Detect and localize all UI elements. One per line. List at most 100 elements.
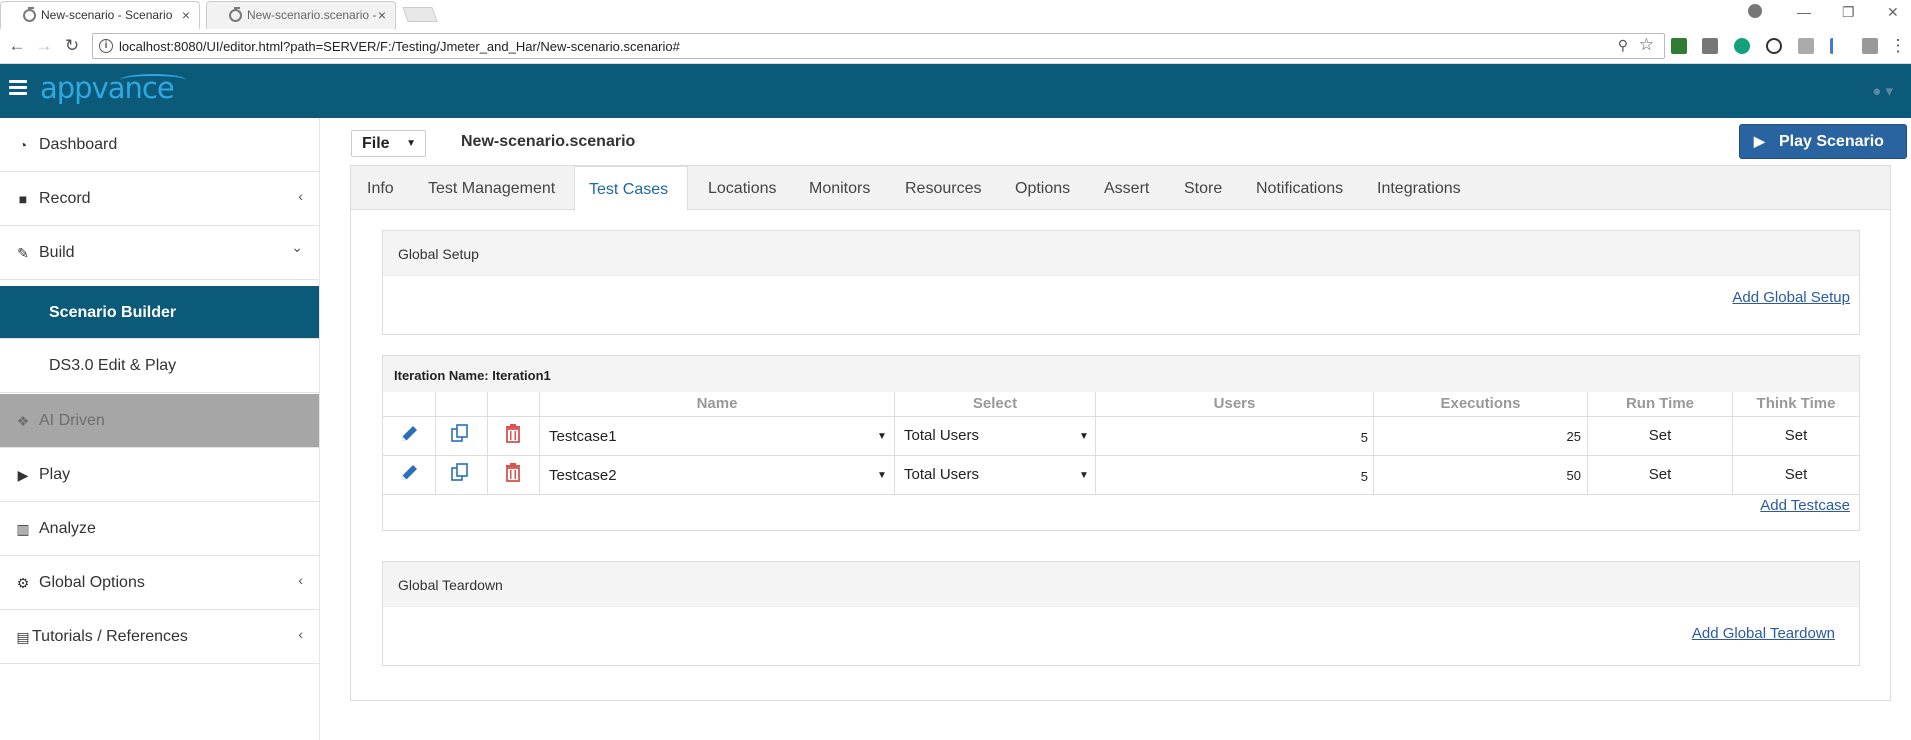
copy-icon[interactable]: [449, 423, 471, 445]
tab-test-cases[interactable]: Test Cases: [574, 166, 688, 211]
executions-input[interactable]: 50: [1374, 468, 1581, 483]
play-scenario-label: Play Scenario: [1779, 133, 1884, 150]
tab-assert[interactable]: Assert: [1104, 166, 1149, 210]
delete-trash-icon[interactable]: [502, 422, 524, 444]
key-icon[interactable]: ⚲: [1618, 37, 1628, 54]
tab-integrations[interactable]: Integrations: [1377, 166, 1461, 210]
extension-bolt-icon[interactable]: [1830, 38, 1846, 54]
table-divider: [383, 416, 1859, 417]
edit-pencil-icon[interactable]: [398, 423, 420, 445]
sidebar-item-label: Build: [39, 244, 75, 261]
testcase-name-select[interactable]: Testcase2: [549, 467, 617, 484]
file-menu-label: File: [362, 135, 390, 152]
appvance-logo[interactable]: appvance: [40, 71, 186, 105]
sidebar-item-play[interactable]: ▶ Play: [0, 448, 319, 502]
global-setup-header: Global Setup: [383, 231, 1859, 276]
select-mode-dropdown[interactable]: Total Users: [904, 466, 979, 483]
extension-note-icon[interactable]: [1702, 38, 1718, 54]
minimize-icon[interactable]: —: [1797, 4, 1811, 20]
run-time-set-button[interactable]: Set: [1588, 466, 1732, 483]
tab-resources[interactable]: Resources: [905, 166, 981, 210]
chevron-left-icon: ‹: [298, 626, 303, 642]
dashboard-icon: ◔: [18, 137, 28, 153]
tab-monitors[interactable]: Monitors: [809, 166, 870, 210]
close-tab-icon[interactable]: ×: [182, 7, 190, 23]
close-window-icon[interactable]: ✕: [1887, 4, 1899, 21]
forward-icon[interactable]: →: [32, 34, 56, 58]
add-global-teardown-link[interactable]: Add Global Teardown: [1692, 625, 1835, 642]
tab-test-management[interactable]: Test Management: [428, 166, 555, 210]
sidebar-item-build[interactable]: ✎ Build ⌄: [0, 226, 319, 280]
users-input[interactable]: 5: [1096, 430, 1368, 445]
dropdown-arrow-icon[interactable]: ▼: [1079, 470, 1089, 481]
add-testcase-link[interactable]: Add Testcase: [1760, 497, 1850, 514]
global-setup-title: Global Setup: [398, 246, 479, 262]
delete-trash-icon[interactable]: [502, 461, 524, 483]
think-time-set-button[interactable]: Set: [1733, 427, 1859, 444]
tab-options[interactable]: Options: [1015, 166, 1070, 210]
browser-tab-title: New-scenario - Scenario: [41, 8, 173, 22]
extension-block-icon[interactable]: [1766, 38, 1782, 54]
sidebar-item-tutorials[interactable]: ▤ Tutorials / References ‹: [0, 610, 319, 664]
extension-image-icon[interactable]: [1671, 38, 1687, 54]
bookmark-star-icon[interactable]: ☆: [1639, 35, 1654, 55]
sidebar-item-label: DS3.0 Edit & Play: [49, 357, 177, 374]
site-info-icon[interactable]: i: [99, 39, 113, 53]
play-scenario-button[interactable]: ▶ Play Scenario: [1739, 124, 1907, 159]
tab-notifications[interactable]: Notifications: [1256, 166, 1343, 210]
extension-sb-icon[interactable]: [1862, 38, 1878, 54]
sidebar-item-record[interactable]: ■ Record ‹: [0, 172, 319, 226]
run-time-set-button[interactable]: Set: [1588, 427, 1732, 444]
think-time-set-button[interactable]: Set: [1733, 466, 1859, 483]
back-icon[interactable]: ←: [5, 34, 29, 58]
chevron-down-icon: ⌄: [291, 239, 303, 255]
global-setup-panel: Global Setup Add Global Setup: [382, 230, 1860, 335]
sidebar-item-dashboard[interactable]: ◔ Dashboard: [0, 118, 319, 172]
bar-chart-icon: ▥: [16, 521, 30, 537]
profile-icon[interactable]: [1748, 4, 1762, 18]
chevron-left-icon: ‹: [298, 572, 303, 588]
extension-m-icon[interactable]: [1734, 38, 1750, 54]
sidebar-item-analyze[interactable]: ▥ Analyze: [0, 502, 319, 556]
tab-info[interactable]: Info: [367, 166, 394, 210]
testcase-name-select[interactable]: Testcase1: [549, 428, 617, 445]
browser-tab-inactive[interactable]: New-scenario.scenario - ×: [206, 1, 396, 29]
browser-tab-strip: New-scenario - Scenario × New-scenario.s…: [0, 0, 1911, 29]
sidebar-item-scenario-builder[interactable]: Scenario Builder: [0, 286, 319, 339]
book-icon: ▤: [16, 629, 30, 645]
new-tab-button[interactable]: [402, 7, 438, 22]
dropdown-arrow-icon[interactable]: ▼: [1079, 431, 1089, 442]
users-input[interactable]: 5: [1096, 469, 1368, 484]
dropdown-arrow-icon[interactable]: ▼: [877, 431, 887, 442]
tab-locations[interactable]: Locations: [708, 166, 777, 210]
column-header-select: Select: [972, 395, 1018, 412]
sidebar-item-label: AI Driven: [39, 412, 105, 429]
browser-tab-active[interactable]: New-scenario - Scenario ×: [0, 1, 200, 29]
user-menu-icon[interactable]: ● ▾: [1872, 82, 1893, 100]
global-teardown-header: Global Teardown: [383, 562, 1859, 607]
hamburger-menu-icon[interactable]: [9, 80, 27, 96]
browser-tab-title: New-scenario.scenario -: [247, 8, 377, 22]
select-mode-dropdown[interactable]: Total Users: [904, 427, 979, 444]
file-menu-button[interactable]: File ▼: [351, 130, 426, 157]
add-global-setup-link[interactable]: Add Global Setup: [1732, 289, 1850, 306]
column-header-users: Users: [1213, 395, 1256, 412]
restore-icon[interactable]: ❐: [1842, 4, 1855, 21]
address-bar[interactable]: i localhost:8080/UI/editor.html?path=SER…: [92, 33, 1665, 59]
copy-icon[interactable]: [449, 462, 471, 484]
sidebar-item-ai-driven: ❖ AI Driven: [0, 394, 319, 448]
edit-pencil-icon[interactable]: [398, 462, 420, 484]
sidebar-item-global-options[interactable]: ⚙ Global Options ‹: [0, 556, 319, 610]
dropdown-arrow-icon[interactable]: ▼: [877, 470, 887, 481]
extension-g-icon[interactable]: [1798, 38, 1814, 54]
url-text[interactable]: localhost:8080/UI/editor.html?path=SERVE…: [119, 39, 680, 54]
executions-input[interactable]: 25: [1374, 429, 1581, 444]
play-icon: ▶: [17, 467, 29, 483]
reload-icon[interactable]: ↻: [60, 34, 84, 58]
tab-store[interactable]: Store: [1184, 166, 1222, 210]
close-tab-icon[interactable]: ×: [378, 7, 386, 23]
sidebar-item-ds3-edit-play[interactable]: DS3.0 Edit & Play: [0, 339, 319, 393]
table-divider: [383, 494, 1859, 495]
browser-menu-icon[interactable]: ⋮: [1886, 34, 1910, 58]
iteration-title: Iteration Name: Iteration1: [394, 368, 551, 383]
